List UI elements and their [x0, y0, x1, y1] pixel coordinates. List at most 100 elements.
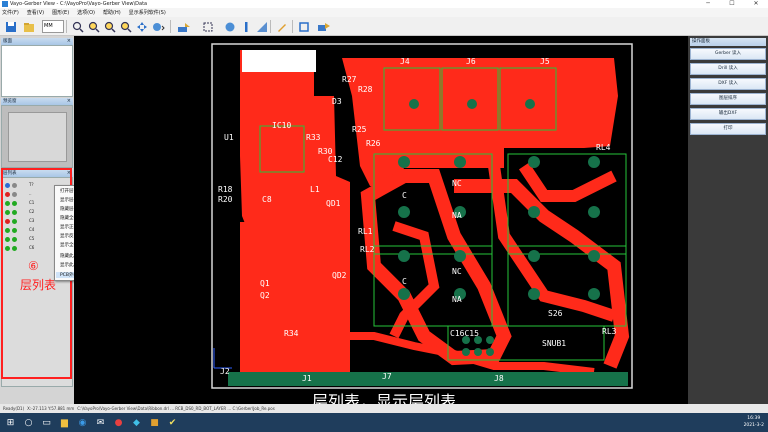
annotation-number: ⑥	[28, 259, 39, 273]
system-clock[interactable]: 16:39 2021-3-2	[744, 415, 764, 429]
pcb-label: J3	[252, 59, 262, 68]
measure-icon[interactable]	[150, 19, 165, 34]
pcb-label: D3	[332, 97, 342, 106]
copper-pour-top	[342, 58, 618, 186]
panel-title: 版面	[3, 39, 12, 44]
pcb-label: C12	[328, 155, 343, 164]
pcb-label: R25	[352, 125, 367, 134]
pcb-label: Q1	[260, 279, 270, 288]
clock-date: 2021-3-2	[743, 423, 764, 428]
pcb-label: RL3	[602, 327, 617, 336]
pcb-label: RL4	[596, 143, 611, 152]
pcb-label: C8	[262, 195, 272, 204]
window-controls: ─ ☐ ✕	[696, 0, 768, 8]
task-view-icon[interactable]: ▭	[39, 415, 54, 430]
pcb-label: R33	[306, 133, 321, 142]
pcb-label: L1	[310, 185, 320, 194]
gerber-import-button[interactable]: Gerber 读入	[690, 48, 766, 60]
layer-sort-button[interactable]: 图层排序	[690, 93, 766, 105]
drill-import-button[interactable]: Drill 读入	[690, 63, 766, 75]
pcb-label: J5	[540, 57, 550, 66]
layer-icon[interactable]	[176, 19, 191, 34]
gerber-view-taskbar-icon[interactable]: ✔	[165, 415, 180, 430]
menu-series[interactable]: 显示系列软件(S)	[129, 9, 166, 16]
ground-strip	[228, 372, 628, 386]
pcb-canvas[interactable]: J3 J4 J5 J6 R27 R28 R25 R26 R33 R30 U1 I…	[74, 36, 688, 404]
mail-icon[interactable]: ✉	[93, 415, 108, 430]
menu-file[interactable]: 文件(F)	[2, 9, 19, 16]
export-dxf-button[interactable]: 输出DXF	[690, 108, 766, 120]
save-icon[interactable]	[3, 19, 18, 34]
right-panel: 操作面板 Gerber 读入 Drill 读入 DXF 读入 图层排序 输出DX…	[688, 36, 768, 404]
status-bar: Ready(D1) X:-27.113 Y:57.881 mm C:\VayoP…	[0, 404, 768, 413]
windows-start-icon[interactable]: ⊞	[3, 415, 18, 430]
circle-icon[interactable]	[222, 19, 237, 34]
pcb-label: QD2	[332, 271, 347, 280]
pcb-label: J2	[220, 367, 230, 376]
pcb-label: C	[402, 191, 407, 200]
zoom-out-icon[interactable]	[86, 19, 101, 34]
copper-trace-upper-right	[519, 162, 617, 202]
pcb-label: Q2	[260, 291, 270, 300]
zoom-fit-icon[interactable]	[118, 19, 133, 34]
pcb-label: J7	[382, 372, 392, 381]
pcb-label: RL2	[360, 245, 375, 254]
pcb-label: J6	[466, 57, 476, 66]
pcb-label: C	[402, 277, 407, 286]
copper-pour-bottom-left	[240, 222, 350, 372]
close-icon[interactable]: ×	[67, 98, 71, 105]
pcb-label: SNUB1	[542, 339, 566, 348]
minimize-button[interactable]: ─	[696, 0, 720, 8]
pcb-label: C16C15	[450, 329, 479, 338]
app-icon[interactable]: ■	[147, 415, 162, 430]
pcb-label: R28	[358, 85, 373, 94]
preview-panel[interactable]	[1, 105, 73, 168]
search-icon[interactable]: ○	[21, 415, 36, 430]
pcb-label: J8	[494, 374, 504, 383]
app-icon[interactable]: ●	[111, 415, 126, 430]
file-explorer-icon[interactable]: ▆	[57, 415, 72, 430]
close-icon[interactable]: ×	[67, 38, 71, 45]
print-button[interactable]: 打印	[690, 123, 766, 135]
pcb-label: R20	[218, 195, 233, 204]
taskbar: ⊞ ○ ▭ ▆ ◉ ✉ ● ◆ ■ ✔ 16:39 2021-3-2	[0, 413, 768, 432]
pcb-label: J4	[400, 57, 410, 66]
menu-view[interactable]: 查看(V)	[27, 9, 44, 16]
title-bar: Vayo-Gerber View - C:\VayoPro\Vayo-Gerbe…	[0, 0, 768, 8]
unit-select[interactable]: MM	[42, 20, 64, 33]
pcb-label: QD1	[326, 199, 341, 208]
zoom-in-icon[interactable]	[70, 19, 85, 34]
pcb-label: R27	[342, 75, 357, 84]
menu-help[interactable]: 帮助(H)	[103, 9, 121, 16]
panel-title: 预览窗	[3, 99, 17, 104]
bar-icon[interactable]	[238, 19, 253, 34]
panel-header-preview: 预览窗 ×	[1, 98, 73, 105]
zoom-window-icon[interactable]	[102, 19, 117, 34]
fit-icon[interactable]	[200, 19, 215, 34]
close-button[interactable]: ✕	[744, 0, 768, 8]
status-ready: Ready(D1)	[3, 406, 25, 411]
annotation-label: 层列表	[20, 278, 57, 292]
menu-bar: 文件(F) 查看(V) 图形(E) 选项(O) 帮助(H) 显示系列软件(S)	[0, 8, 768, 17]
open-icon[interactable]	[21, 19, 36, 34]
app-icon[interactable]: ◆	[129, 415, 144, 430]
menu-graphics[interactable]: 图形(E)	[52, 9, 69, 16]
pencil-icon[interactable]	[274, 19, 289, 34]
toolbar-divider	[270, 20, 271, 33]
axis-indicator	[213, 348, 232, 369]
square-icon[interactable]	[296, 19, 311, 34]
pcb-label: U1	[224, 133, 234, 142]
dxf-import-button[interactable]: DXF 读入	[690, 78, 766, 90]
move-icon[interactable]	[316, 19, 331, 34]
pcb-label: J1	[302, 374, 312, 383]
toolbar-divider	[292, 20, 293, 33]
mirror-icon[interactable]	[254, 19, 269, 34]
maximize-button[interactable]: ☐	[720, 0, 744, 8]
pcb-label: R26	[366, 139, 381, 148]
browser-icon[interactable]: ◉	[75, 415, 90, 430]
pcb-label: IC10	[272, 121, 291, 130]
pan-icon[interactable]	[134, 19, 149, 34]
right-panel-header: 操作面板	[690, 38, 766, 46]
pcb-label: S26	[548, 309, 563, 318]
menu-options[interactable]: 选项(O)	[77, 9, 95, 16]
